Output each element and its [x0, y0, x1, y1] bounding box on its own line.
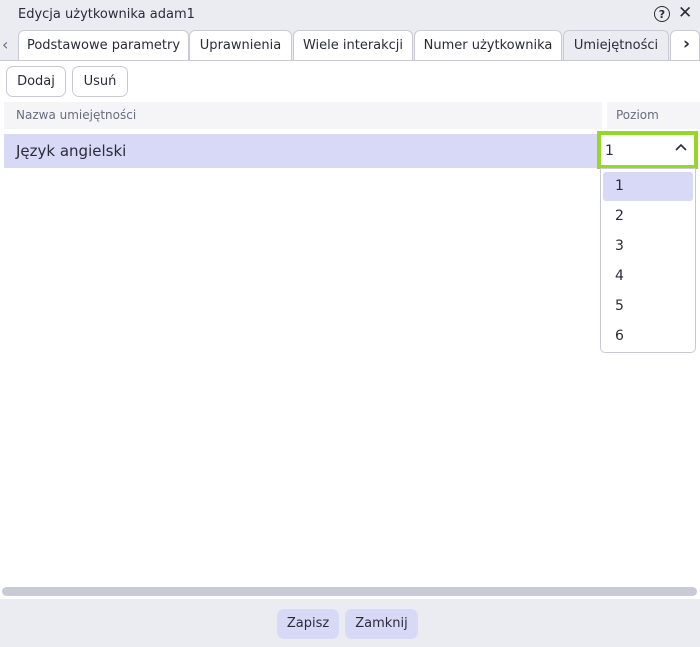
level-select[interactable]: 1 [597, 131, 698, 169]
skill-name-cell: Język angielski [16, 142, 127, 160]
tab-strip: ‹ Podstawowe parametry Uprawnienia Wiele… [0, 29, 700, 61]
grid-header: Nazwa umiejętności Poziom [4, 102, 700, 129]
level-select-value: 1 [605, 143, 614, 159]
level-option-3[interactable]: 3 [603, 232, 693, 261]
column-separator [602, 102, 607, 129]
tab-multiple-interactions[interactable]: Wiele interakcji [293, 30, 413, 60]
help-icon[interactable]: ? [654, 6, 670, 22]
footer-bar: Zapisz Zamknij [0, 599, 700, 647]
level-option-4[interactable]: 4 [603, 262, 693, 291]
chevron-left-icon[interactable]: ‹ [2, 35, 8, 54]
title-bar: Edycja użytkownika adam1 ? ✕ [0, 0, 700, 29]
column-header-skill-name[interactable]: Nazwa umiejętności [16, 108, 136, 122]
window-title: Edycja użytkownika adam1 [18, 7, 195, 22]
level-option-2[interactable]: 2 [603, 202, 693, 231]
level-option-1[interactable]: 1 [603, 172, 693, 201]
add-button[interactable]: Dodaj [6, 66, 66, 97]
save-button[interactable]: Zapisz [277, 609, 339, 639]
tab-basic-parameters[interactable]: Podstawowe parametry [18, 30, 189, 60]
tab-user-number[interactable]: Numer użytkownika [414, 30, 562, 60]
level-dropdown-list: 1 2 3 4 5 6 [600, 168, 696, 353]
level-option-6[interactable]: 6 [603, 322, 693, 351]
chevron-up-icon[interactable] [674, 140, 688, 158]
column-header-level[interactable]: Poziom [616, 108, 659, 122]
level-option-5[interactable]: 5 [603, 292, 693, 321]
table-row[interactable]: Język angielski [4, 134, 598, 168]
horizontal-scrollbar[interactable] [2, 587, 697, 596]
tab-skills[interactable]: Umiejętności [563, 30, 669, 60]
remove-button[interactable]: Usuń [72, 66, 128, 97]
tab-permissions[interactable]: Uprawnienia [189, 30, 292, 60]
chevron-right-icon[interactable]: › [683, 34, 690, 54]
close-button[interactable]: Zamknij [345, 609, 418, 639]
close-icon[interactable]: ✕ [678, 3, 692, 23]
